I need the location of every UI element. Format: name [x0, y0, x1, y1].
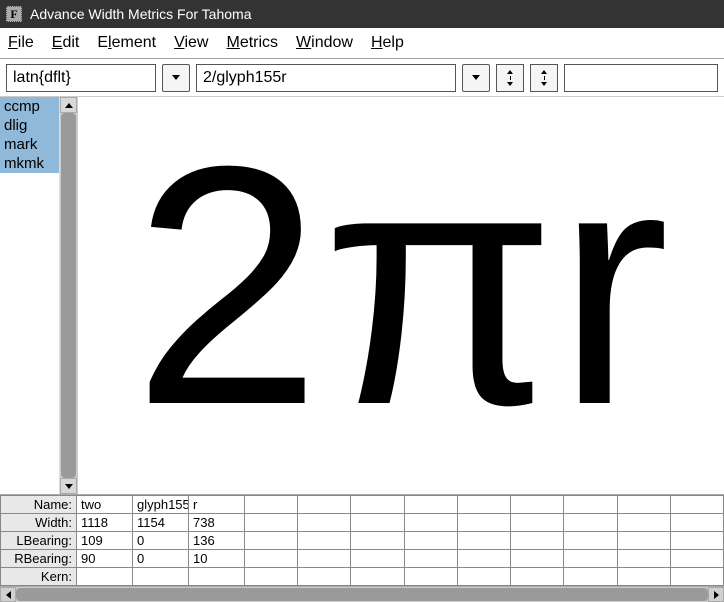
menubar: File Edit Element View Metrics Window He…: [0, 28, 724, 59]
table-row: LBearing: 109 0 136: [1, 532, 724, 550]
glyph-canvas[interactable]: 2πr: [78, 97, 724, 494]
glyph-sequence-input[interactable]: [196, 64, 456, 92]
cell-lb-2[interactable]: 136: [189, 532, 245, 550]
menu-element[interactable]: Element: [97, 34, 156, 52]
metrics-panel: Name: two glyph155 r Width: 1118 1154 73…: [0, 494, 724, 586]
menu-edit[interactable]: Edit: [52, 34, 80, 52]
feature-sidebar: ccmp dlig mark mkmk: [0, 97, 60, 494]
vertical-arrows-icon: [541, 70, 547, 86]
menu-window[interactable]: Window: [296, 34, 353, 52]
cell-name-2[interactable]: r: [189, 496, 245, 514]
scroll-thumb[interactable]: [61, 113, 76, 478]
script-lang-input[interactable]: [6, 64, 156, 92]
vertical-arrows-icon: [507, 70, 513, 86]
cell-name-0[interactable]: two: [77, 496, 133, 514]
menu-help[interactable]: Help: [371, 34, 404, 52]
cell-width-1[interactable]: 1154: [133, 514, 189, 532]
scroll-up-button[interactable]: [60, 97, 77, 113]
table-row: Width: 1118 1154 738: [1, 514, 724, 532]
row-head-name: Name:: [1, 496, 77, 514]
cell-name-1[interactable]: glyph155: [133, 496, 189, 514]
main-area: ccmp dlig mark mkmk 2πr: [0, 97, 724, 494]
cell-lb-1[interactable]: 0: [133, 532, 189, 550]
feature-item-mark[interactable]: mark: [0, 135, 59, 154]
hscroll-track[interactable]: [16, 587, 708, 602]
feature-item-dlig[interactable]: dlig: [0, 116, 59, 135]
script-lang-dropdown-button[interactable]: [162, 64, 190, 92]
cell-width-0[interactable]: 1118: [77, 514, 133, 532]
table-row: RBearing: 90 0 10: [1, 550, 724, 568]
cell-lb-0[interactable]: 109: [77, 532, 133, 550]
glyph-sequence-dropdown-button[interactable]: [462, 64, 490, 92]
hscroll-thumb[interactable]: [16, 588, 708, 601]
table-row: Name: two glyph155 r: [1, 496, 724, 514]
row-head-kern: Kern:: [1, 568, 77, 586]
app-icon: F: [6, 6, 22, 22]
size-stepper-button-1[interactable]: [496, 64, 524, 92]
chevron-down-icon: [472, 75, 480, 80]
sidebar-scrollbar[interactable]: [60, 97, 78, 494]
table-row: Kern:: [1, 568, 724, 586]
scroll-left-button[interactable]: [0, 587, 16, 602]
cell-rb-1[interactable]: 0: [133, 550, 189, 568]
row-head-width: Width:: [1, 514, 77, 532]
horizontal-scrollbar[interactable]: [0, 586, 724, 602]
glyph-sequence-combo[interactable]: [196, 64, 490, 92]
script-lang-combo[interactable]: [6, 64, 190, 92]
triangle-left-icon: [6, 591, 11, 599]
chevron-down-icon: [172, 75, 180, 80]
glyph-display: 2πr: [133, 116, 670, 456]
toolbar-spacer-field[interactable]: [564, 64, 718, 92]
triangle-down-icon: [65, 484, 73, 489]
menu-file[interactable]: File: [8, 34, 34, 52]
window-title: Advance Width Metrics For Tahoma: [30, 6, 252, 22]
toolbar: [0, 59, 724, 97]
scroll-down-button[interactable]: [60, 478, 77, 494]
size-stepper-button-2[interactable]: [530, 64, 558, 92]
row-head-rbearing: RBearing:: [1, 550, 77, 568]
row-head-lbearing: LBearing:: [1, 532, 77, 550]
menu-view[interactable]: View: [174, 34, 208, 52]
menu-metrics[interactable]: Metrics: [226, 34, 278, 52]
cell-width-2[interactable]: 738: [189, 514, 245, 532]
feature-item-mkmk[interactable]: mkmk: [0, 154, 59, 173]
scroll-right-button[interactable]: [708, 587, 724, 602]
triangle-right-icon: [714, 591, 719, 599]
scroll-track[interactable]: [60, 113, 77, 478]
titlebar: F Advance Width Metrics For Tahoma: [0, 0, 724, 28]
metrics-table[interactable]: Name: two glyph155 r Width: 1118 1154 73…: [0, 495, 724, 586]
cell-rb-0[interactable]: 90: [77, 550, 133, 568]
triangle-up-icon: [65, 103, 73, 108]
cell-rb-2[interactable]: 10: [189, 550, 245, 568]
feature-item-ccmp[interactable]: ccmp: [0, 97, 59, 116]
